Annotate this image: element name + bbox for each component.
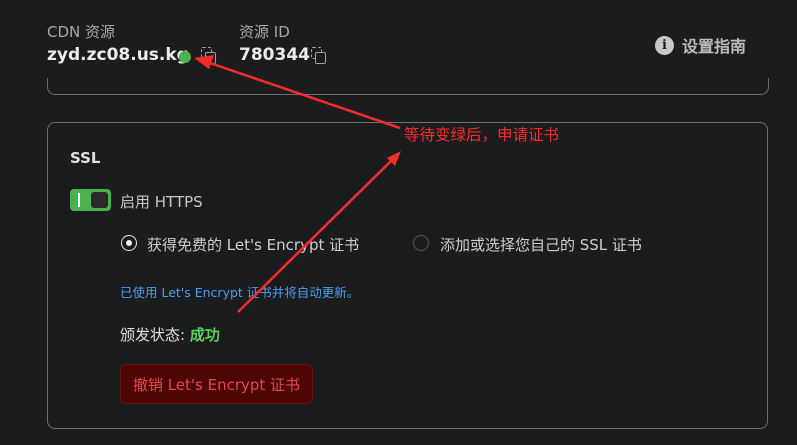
previous-card bbox=[47, 78, 769, 95]
issue-status-value: 成功 bbox=[189, 326, 220, 344]
copy-icon[interactable] bbox=[201, 47, 216, 64]
auto-renew-note: 已使用 Let's Encrypt 证书并将自动更新。 bbox=[120, 285, 360, 300]
annotation-text: 等待变绿后，申请证书 bbox=[404, 126, 560, 144]
resource-id-value: 780344 bbox=[239, 45, 310, 65]
ssl-section-title: SSL bbox=[70, 149, 101, 167]
cdn-resource-label: CDN 资源 bbox=[47, 23, 116, 41]
issue-status: 颁发状态: 成功 bbox=[120, 324, 220, 345]
option-letsencrypt-label[interactable]: 获得免费的 Let's Encrypt 证书 bbox=[147, 234, 359, 255]
copy-icon[interactable] bbox=[311, 47, 326, 64]
info-icon: i bbox=[655, 35, 674, 55]
option-custom-cert-label[interactable]: 添加或选择您自己的 SSL 证书 bbox=[440, 234, 642, 255]
toggle-knob bbox=[91, 192, 108, 208]
toggle-on-mark bbox=[78, 193, 80, 207]
https-toggle[interactable] bbox=[70, 189, 111, 211]
setup-guide-link[interactable]: i 设置指南 bbox=[655, 33, 746, 57]
issue-status-label: 颁发状态: bbox=[120, 326, 186, 344]
radio-custom-cert[interactable] bbox=[413, 235, 429, 251]
cdn-resource-value: zyd.zc08.us.kg bbox=[47, 45, 189, 65]
setup-guide-label: 设置指南 bbox=[682, 37, 747, 56]
https-toggle-label: 启用 HTTPS bbox=[120, 193, 203, 211]
resource-id-label: 资源 ID bbox=[239, 23, 290, 41]
status-dot-icon bbox=[179, 51, 191, 63]
radio-letsencrypt[interactable] bbox=[121, 235, 137, 251]
revoke-certificate-button[interactable]: 撤销 Let's Encrypt 证书 bbox=[120, 364, 313, 404]
header-bar: CDN 资源 zyd.zc08.us.kg 资源 ID 780344 i 设置指… bbox=[0, 0, 797, 86]
